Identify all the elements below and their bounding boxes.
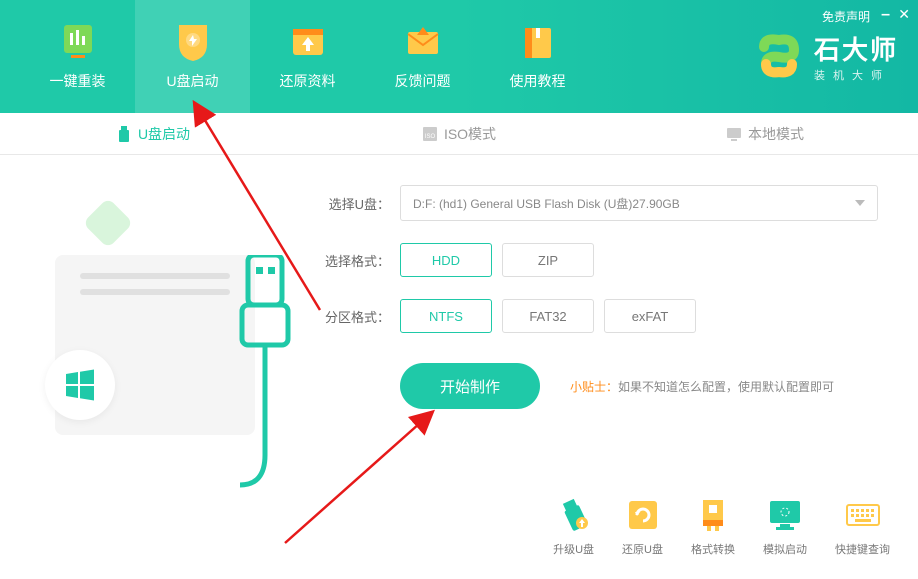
tutorial-icon bbox=[519, 23, 557, 61]
tool-simulate-boot[interactable]: 模拟启动 bbox=[763, 497, 807, 557]
select-usb-label: 选择U盘： bbox=[320, 194, 390, 213]
nav-feedback[interactable]: 反馈问题 bbox=[365, 0, 480, 113]
brand-logo-icon bbox=[754, 32, 804, 82]
partition-option-ntfs[interactable]: NTFS bbox=[400, 299, 492, 333]
nav-usb-boot[interactable]: U盘启动 bbox=[135, 0, 250, 113]
nav-label: 使用教程 bbox=[510, 71, 566, 91]
nav-label: 还原资料 bbox=[280, 71, 336, 91]
brand-subtitle: 装机大师 bbox=[814, 67, 898, 83]
tip-label: 小贴士： bbox=[570, 380, 618, 394]
tool-format-convert[interactable]: 格式转换 bbox=[691, 497, 735, 557]
format-option-hdd[interactable]: HDD bbox=[400, 243, 492, 277]
tab-label: ISO模式 bbox=[444, 124, 496, 144]
keyboard-icon bbox=[845, 497, 881, 533]
tool-hotkey-query[interactable]: 快捷键查询 bbox=[835, 497, 890, 557]
close-button[interactable]: ✕ bbox=[898, 6, 910, 23]
nav-tutorial[interactable]: 使用教程 bbox=[480, 0, 595, 113]
tab-local[interactable]: 本地模式 bbox=[612, 113, 918, 154]
tab-label: 本地模式 bbox=[748, 124, 804, 144]
tab-iso[interactable]: ISO ISO模式 bbox=[306, 113, 612, 154]
tool-label: 升级U盘 bbox=[553, 541, 594, 557]
tool-upgrade-usb[interactable]: 升级U盘 bbox=[553, 497, 594, 557]
tab-usb-boot[interactable]: U盘启动 bbox=[0, 113, 306, 154]
format-convert-icon bbox=[695, 497, 731, 533]
format-label: 选择格式： bbox=[320, 251, 390, 270]
windows-icon bbox=[63, 368, 97, 402]
tool-restore-usb[interactable]: 还原U盘 bbox=[622, 497, 663, 557]
monitor-icon bbox=[726, 126, 742, 142]
usb-icon bbox=[116, 126, 132, 142]
usb-shield-icon bbox=[174, 23, 212, 61]
nav-reinstall[interactable]: 一键重装 bbox=[20, 0, 135, 113]
feedback-icon bbox=[404, 23, 442, 61]
tip-text: 小贴士：如果不知道怎么配置，使用默认配置即可 bbox=[570, 378, 834, 395]
simulate-boot-icon bbox=[767, 497, 803, 533]
usb-cable-icon bbox=[230, 255, 300, 555]
format-option-zip[interactable]: ZIP bbox=[502, 243, 594, 277]
reinstall-icon bbox=[59, 23, 97, 61]
tab-label: U盘启动 bbox=[138, 124, 190, 144]
disclaimer-link[interactable]: 免责声明 bbox=[822, 8, 870, 25]
svg-text:ISO: ISO bbox=[425, 134, 436, 140]
iso-icon: ISO bbox=[422, 126, 438, 142]
tool-label: 模拟启动 bbox=[763, 541, 807, 557]
minimize-button[interactable]: – bbox=[881, 6, 890, 24]
restore-icon bbox=[289, 23, 327, 61]
partition-option-exfat[interactable]: exFAT bbox=[604, 299, 696, 333]
usb-select[interactable]: D:F: (hd1) General USB Flash Disk (U盘)27… bbox=[400, 185, 878, 221]
nav-label: 反馈问题 bbox=[395, 71, 451, 91]
nav-label: U盘启动 bbox=[166, 71, 218, 91]
nav-restore[interactable]: 还原资料 bbox=[250, 0, 365, 113]
brand: 石大师 装机大师 bbox=[754, 30, 898, 83]
usb-select-value: D:F: (hd1) General USB Flash Disk (U盘)27… bbox=[413, 195, 680, 212]
brand-title: 石大师 bbox=[814, 30, 898, 67]
illustration bbox=[0, 155, 310, 579]
tool-label: 还原U盘 bbox=[622, 541, 663, 557]
tool-label: 格式转换 bbox=[691, 541, 735, 557]
partition-label: 分区格式： bbox=[320, 307, 390, 326]
tool-label: 快捷键查询 bbox=[835, 541, 890, 557]
restore-usb-icon bbox=[625, 497, 661, 533]
partition-option-fat32[interactable]: FAT32 bbox=[502, 299, 594, 333]
nav-label: 一键重装 bbox=[50, 71, 106, 91]
start-button[interactable]: 开始制作 bbox=[400, 363, 540, 409]
upgrade-usb-icon bbox=[556, 497, 592, 533]
tip-content: 如果不知道怎么配置，使用默认配置即可 bbox=[618, 380, 834, 394]
